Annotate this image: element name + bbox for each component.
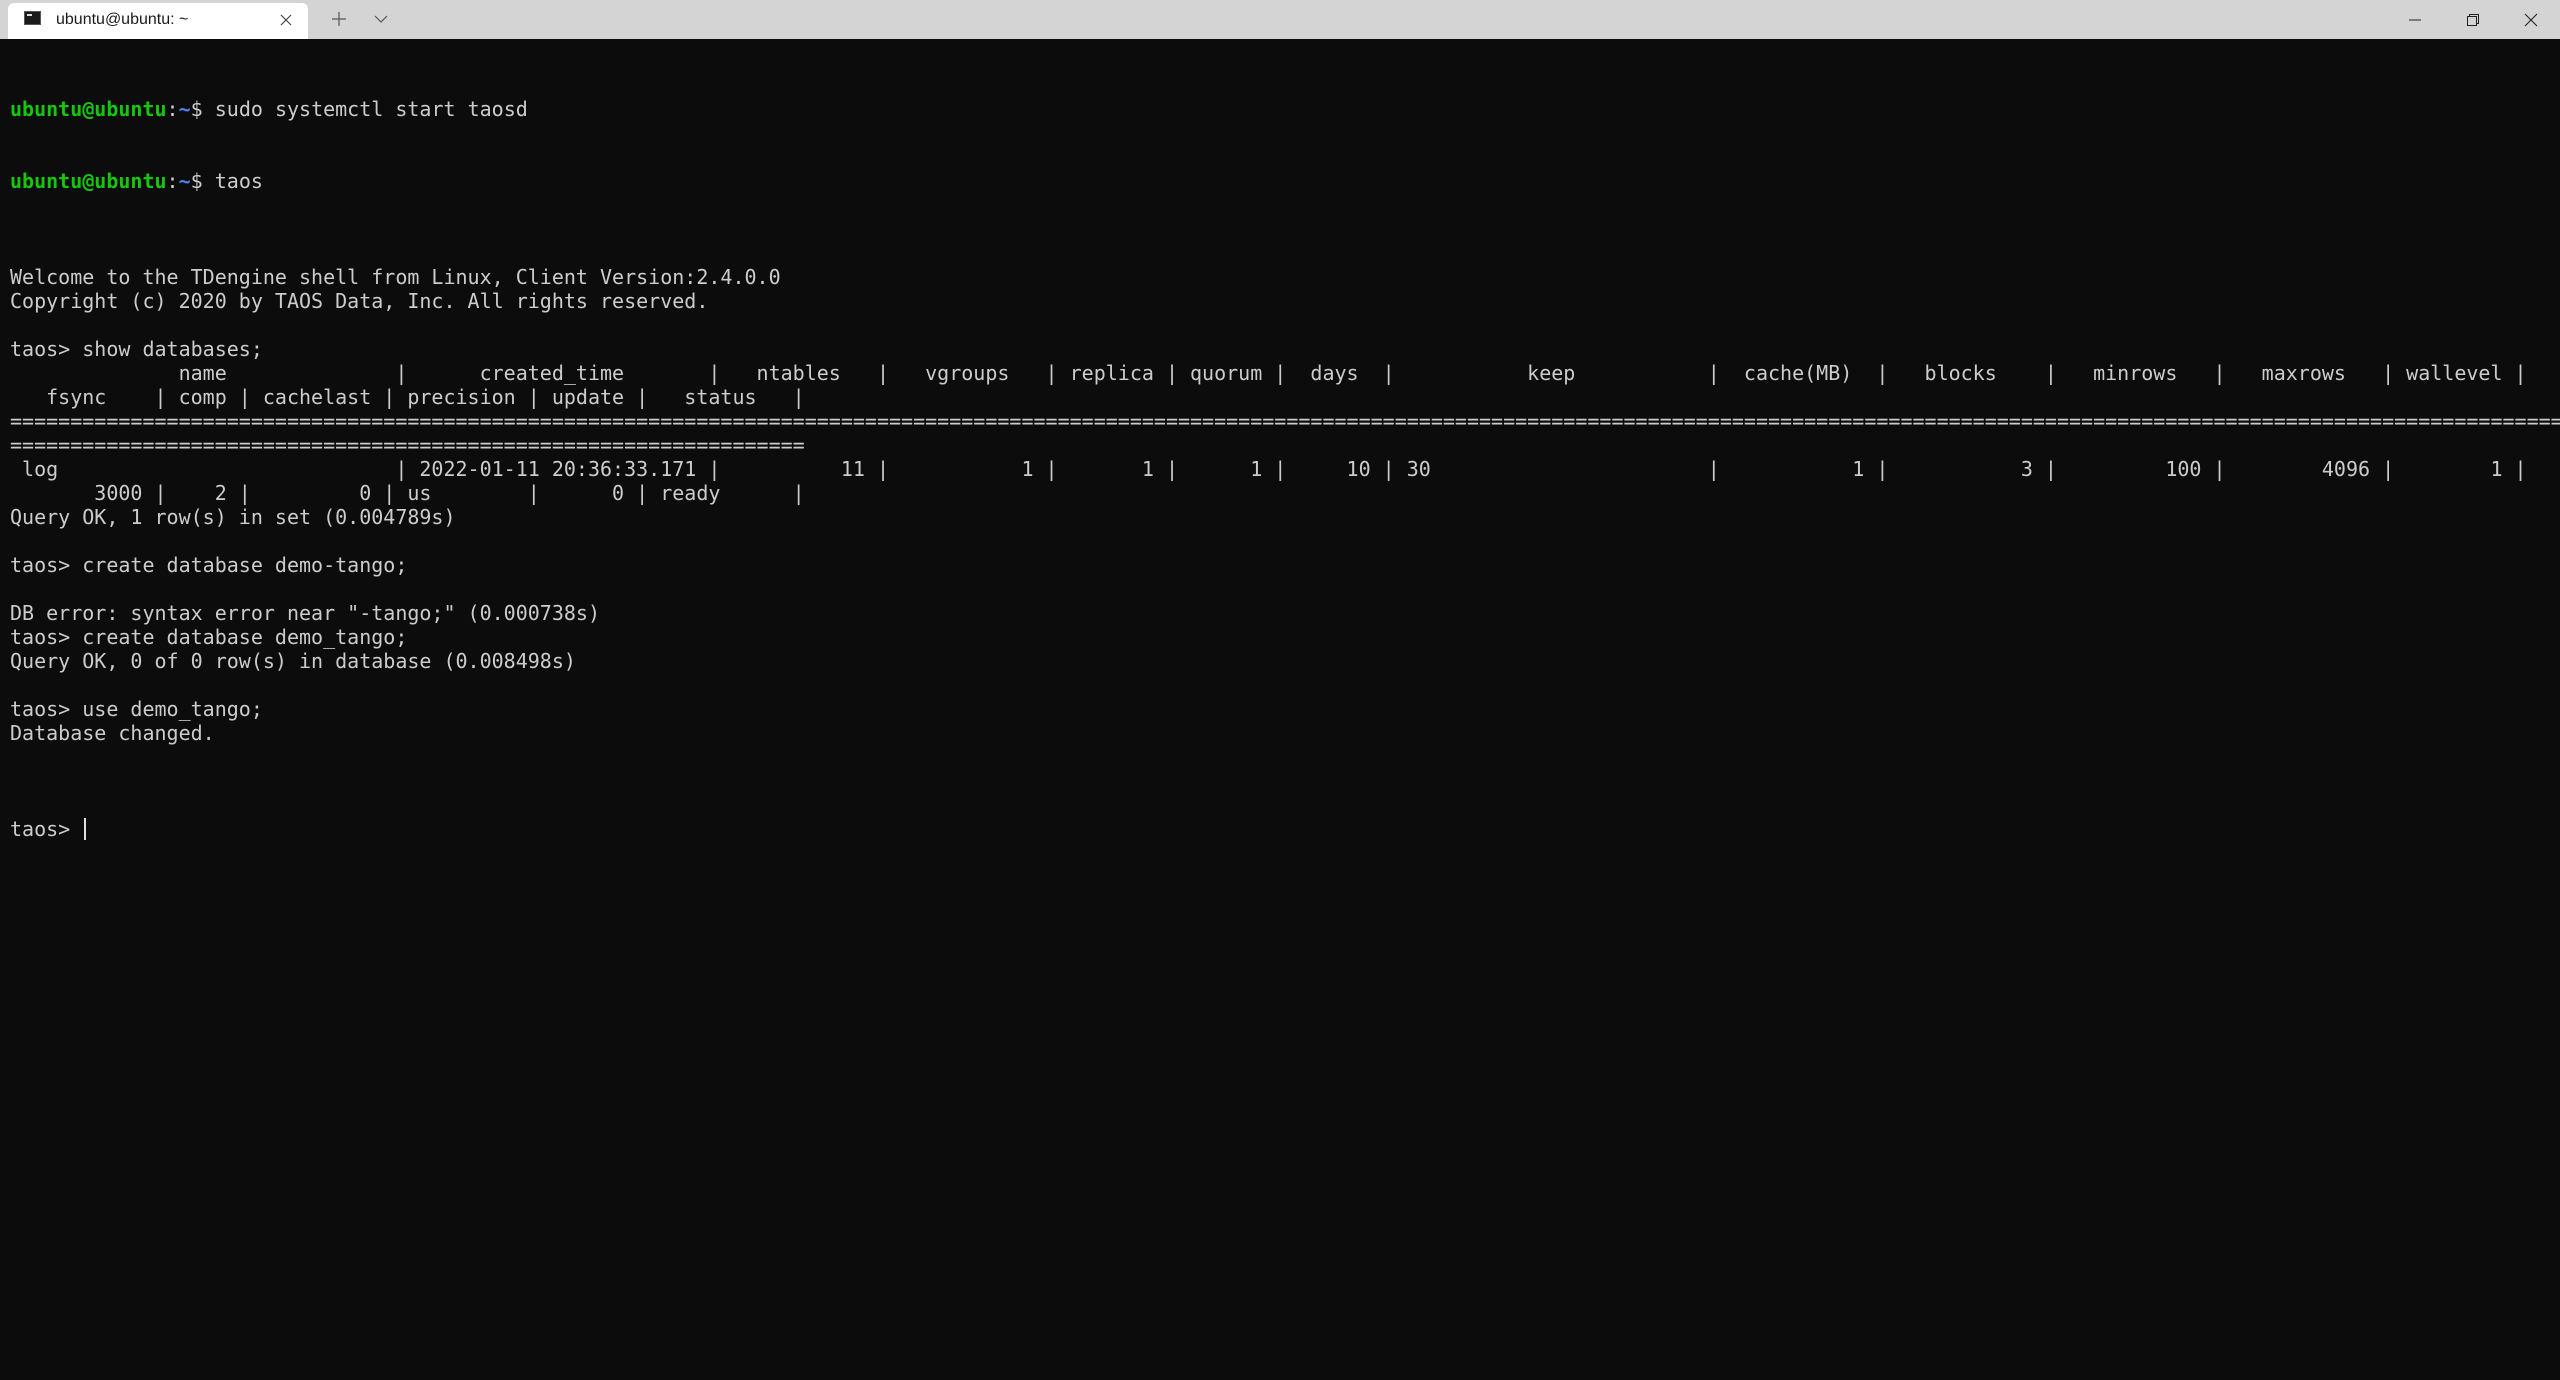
terminal-line: taos> show databases; bbox=[10, 337, 263, 361]
tab-ubuntu-terminal[interactable]: ubuntu@ubuntu: ~ bbox=[8, 3, 308, 39]
prompt-symbol: $ bbox=[190, 169, 215, 193]
prompt-colon: : bbox=[166, 97, 179, 121]
tab-close-button[interactable] bbox=[276, 10, 296, 30]
current-prompt-line[interactable]: taos> bbox=[10, 817, 2560, 841]
terminal-line: name | created_time | ntables | vgroups … bbox=[10, 361, 2527, 385]
terminal-line: Welcome to the TDengine shell from Linux… bbox=[10, 265, 781, 289]
title-bar: ubuntu@ubuntu: ~ bbox=[0, 0, 2560, 39]
restore-button[interactable] bbox=[2444, 0, 2502, 39]
window-close-button[interactable] bbox=[2502, 0, 2560, 39]
restore-icon bbox=[2467, 13, 2479, 26]
chevron-down-icon bbox=[374, 15, 388, 23]
plus-icon bbox=[332, 12, 346, 26]
prompt-colon: : bbox=[166, 169, 179, 193]
terminal-line: 3000 | 2 | 0 | us | 0 | ready | bbox=[10, 481, 805, 505]
text-cursor bbox=[84, 818, 87, 840]
shell-command-line: ubuntu@ubuntu:~$ taos bbox=[10, 169, 2560, 193]
terminal-line: log | 2022-01-11 20:36:33.171 | 11 | 1 |… bbox=[10, 457, 2527, 481]
prompt-symbol: $ bbox=[190, 97, 215, 121]
terminal-area[interactable]: ubuntu@ubuntu:~$ sudo systemctl start ta… bbox=[0, 39, 2560, 1380]
terminal-line: Query OK, 1 row(s) in set (0.004789s) bbox=[10, 505, 456, 529]
shell-command-line: ubuntu@ubuntu:~$ sudo systemctl start ta… bbox=[10, 97, 2560, 121]
minimize-icon bbox=[2409, 19, 2421, 20]
prompt-path: ~ bbox=[178, 169, 191, 193]
terminal-line: Copyright (c) 2020 by TAOS Data, Inc. Al… bbox=[10, 289, 709, 313]
output-lines: Welcome to the TDengine shell from Linux… bbox=[10, 241, 2560, 769]
shell-command: sudo systemctl start taosd bbox=[214, 97, 528, 121]
terminal-line: Query OK, 0 of 0 row(s) in database (0.0… bbox=[10, 649, 576, 673]
tab-title: ubuntu@ubuntu: ~ bbox=[56, 11, 189, 28]
terminal-window: ubuntu@ubuntu: ~ ubuntu@ubuntu:~$ sudo s… bbox=[0, 0, 2560, 1380]
terminal-icon bbox=[24, 11, 41, 25]
tab-dropdown-button[interactable] bbox=[366, 6, 396, 32]
terminal-line: ========================================… bbox=[10, 433, 805, 457]
terminal-output: ubuntu@ubuntu:~$ sudo systemctl start ta… bbox=[10, 49, 2560, 889]
prompt-user: ubuntu@ubuntu bbox=[10, 169, 167, 193]
taos-prompt: taos> bbox=[10, 817, 83, 841]
terminal-line: taos> use demo_tango; bbox=[10, 697, 263, 721]
new-tab-button[interactable] bbox=[324, 6, 354, 32]
terminal-line: taos> create database demo_tango; bbox=[10, 625, 408, 649]
minimize-button[interactable] bbox=[2386, 0, 2444, 39]
close-icon bbox=[2524, 13, 2538, 26]
terminal-line: taos> create database demo-tango; bbox=[10, 553, 408, 577]
shell-command: taos bbox=[214, 169, 263, 193]
prompt-user: ubuntu@ubuntu bbox=[10, 97, 167, 121]
close-icon bbox=[280, 14, 292, 26]
terminal-line: Database changed. bbox=[10, 721, 215, 745]
terminal-line: ========================================… bbox=[10, 409, 2560, 433]
terminal-line: fsync | comp | cachelast | precision | u… bbox=[10, 385, 805, 409]
prompt-path: ~ bbox=[178, 97, 191, 121]
terminal-line: DB error: syntax error near "-tango;" (0… bbox=[10, 601, 601, 625]
